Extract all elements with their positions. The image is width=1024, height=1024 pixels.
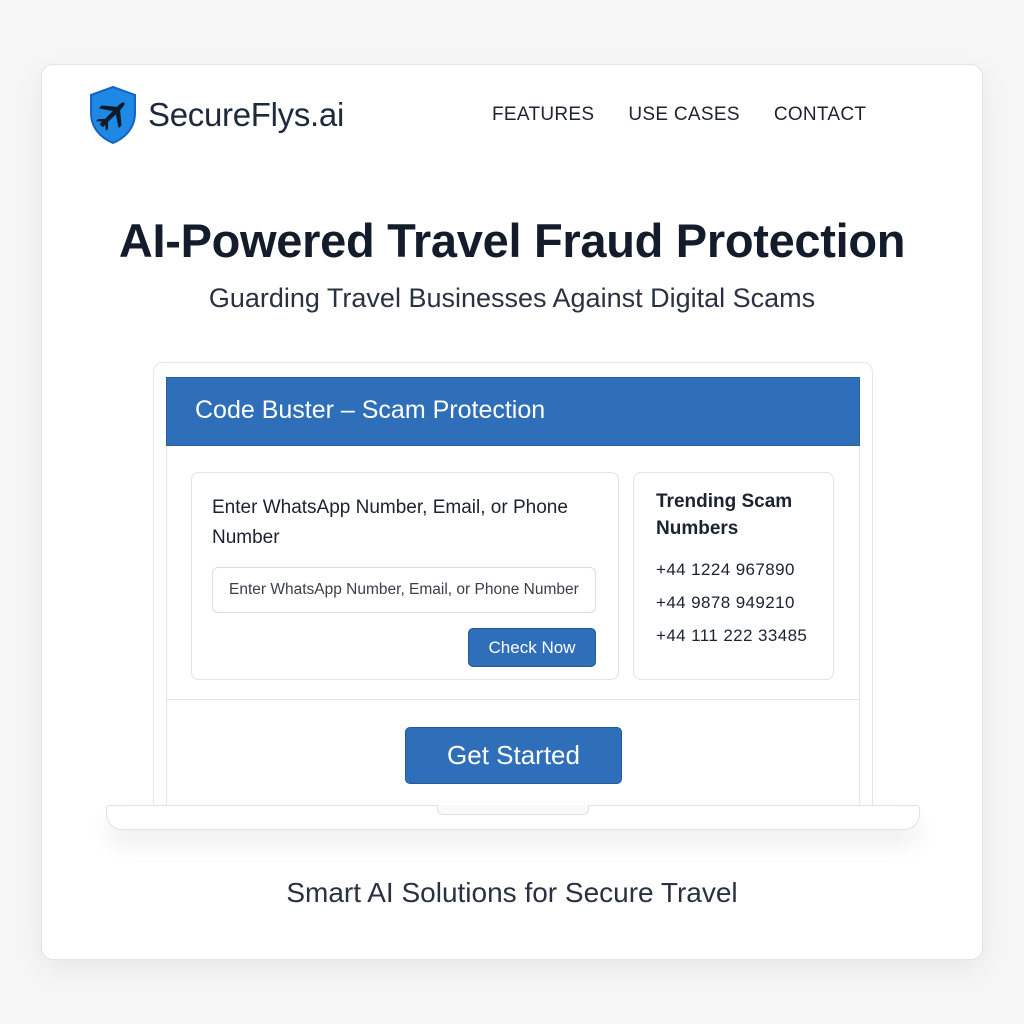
trending-number: +44 111 222 33485	[656, 626, 808, 645]
brand-name: SecureFlys.ai	[148, 96, 345, 133]
laptop-notch	[437, 805, 589, 815]
top-nav: FEATURES USE CASES CONTACT	[492, 104, 900, 126]
laptop-base	[106, 805, 920, 830]
lookup-input[interactable]	[212, 567, 596, 613]
lookup-label: Enter WhatsApp Number, Email, or Phone N…	[212, 497, 568, 548]
trending-number: +44 9878 949210	[656, 593, 795, 612]
trending-title: Trending Scam Numbers	[656, 491, 793, 539]
page-card: SecureFlys.ai FEATURES USE CASES CONTACT…	[41, 64, 983, 960]
nav-contact[interactable]: CONTACT	[774, 104, 867, 126]
trending-number: +44 1224 967890	[656, 560, 795, 579]
hero-subtitle: Guarding Travel Businesses Against Digit…	[208, 283, 816, 313]
app-header: Code Buster – Scam Protection	[166, 377, 860, 446]
check-now-button[interactable]: Check Now	[468, 628, 596, 667]
lookup-panel: Enter WhatsApp Number, Email, or Phone N…	[191, 472, 619, 680]
trending-panel: Trending Scam Numbers +44 1224 967890 +4…	[633, 472, 834, 680]
get-started-button[interactable]: Get Started	[405, 727, 622, 784]
shield-plane-icon	[90, 85, 136, 145]
divider	[167, 699, 859, 700]
tagline: Smart AI Solutions for Secure Travel	[286, 877, 738, 908]
brand-logo[interactable]: SecureFlys.ai	[88, 85, 344, 145]
nav-use-cases[interactable]: USE CASES	[628, 104, 739, 126]
trending-list: +44 1224 967890 +44 9878 949210 +44 111 …	[656, 553, 807, 652]
hero-title: AI-Powered Travel Fraud Protection	[118, 214, 906, 267]
app-title: Code Buster – Scam Protection	[195, 396, 546, 424]
laptop-screen: Code Buster – Scam Protection Enter What…	[153, 362, 873, 809]
nav-features[interactable]: FEATURES	[492, 104, 594, 126]
app-body: Enter WhatsApp Number, Email, or Phone N…	[166, 446, 860, 809]
